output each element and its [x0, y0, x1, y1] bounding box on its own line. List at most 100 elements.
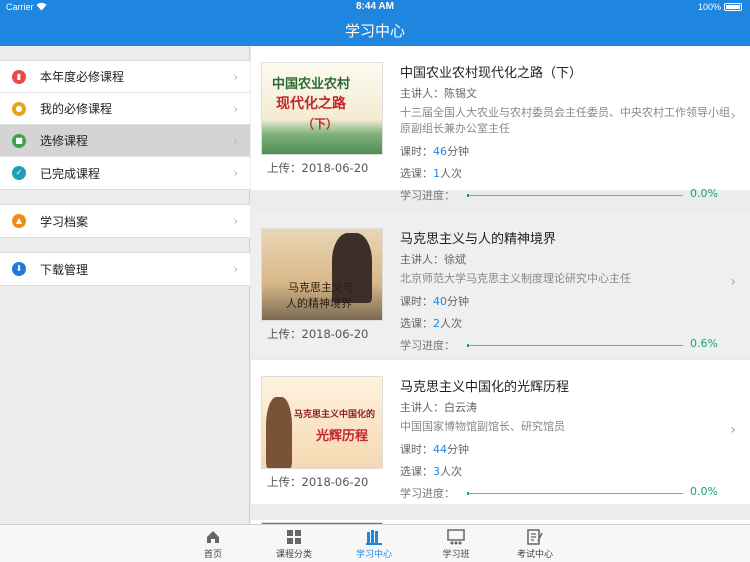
tab-home[interactable]: 首页: [183, 528, 243, 560]
enroll-unit: 人次: [440, 317, 462, 330]
sidebar-item[interactable]: ✓ 已完成课程 ›: [0, 157, 250, 189]
course-description: 中国国家博物馆副馆长、研究馆员: [400, 420, 565, 433]
thumbnail-title: （下）: [302, 117, 339, 131]
sidebar-item-label: 下载管理: [40, 262, 89, 277]
menu-icon: ▮: [12, 69, 26, 84]
enroll-prefix: 选课：: [400, 465, 433, 478]
tab-label: 考试中心: [516, 550, 553, 560]
sidebar-item[interactable]: ▲ 学习档案 ›: [0, 205, 250, 237]
hours-prefix: 课时：: [400, 443, 433, 456]
exam-icon: [505, 528, 565, 546]
upload-date: 上传：2018-06-20: [267, 161, 369, 175]
course-thumbnail: 马克思主义与 人的精神境界: [261, 228, 383, 321]
tab-grid[interactable]: 课程分类: [264, 528, 324, 560]
chevron-right-icon: ›: [730, 108, 736, 124]
enroll-value: 1: [433, 167, 440, 180]
hours-value: 46: [433, 145, 447, 158]
chevron-right-icon: ›: [730, 274, 736, 290]
sidebar-item[interactable]: ⬇ 下载管理 ›: [0, 253, 250, 285]
hours-unit: 分钟: [447, 145, 469, 158]
course-row[interactable]: 中国农业农村 现代化之路 （下） 上传：2018-06-20 中国农业农村现代化之路（下…: [251, 46, 750, 202]
top-bar: Carrier 8:44 AM 100% 学习中心: [0, 0, 750, 46]
books-icon: [344, 528, 404, 546]
upload-date: 上传：2018-06-20: [267, 327, 369, 341]
enroll-unit: 人次: [440, 167, 462, 180]
progress-bar-fill: [467, 194, 469, 197]
thumbnail-title: 中国农业农村: [272, 77, 351, 92]
course-hours: 课时：46分钟: [400, 143, 469, 159]
hours-value: 44: [433, 443, 447, 456]
page-title: 学习中心: [344, 22, 405, 40]
progress-label: 学习进度：: [400, 339, 455, 352]
battery-icon: [724, 3, 742, 11]
course-lecturer: 主讲人：徐斌: [400, 253, 466, 266]
tab-class[interactable]: 学习班: [426, 528, 486, 560]
enroll-prefix: 选课：: [400, 167, 433, 180]
progress-bar: [467, 344, 683, 347]
progress-percent: 0.6%: [690, 337, 718, 350]
sidebar-group: ▮ 本年度必修课程 › ● 我的必修课程 › ■ 选修课程 › ✓ 已完成课程 ›: [0, 60, 250, 190]
course-enrollment: 选课：3人次: [400, 463, 462, 479]
tab-label: 首页: [203, 550, 222, 560]
course-description: 北京师范大学马克思主义制度理论研究中心主任: [400, 272, 631, 285]
course-lecturer: 主讲人：陈锡文: [400, 87, 477, 100]
course-hours: 课时：40分钟: [400, 293, 469, 309]
battery-indicator: 100%: [698, 2, 742, 12]
course-enrollment: 选课：1人次: [400, 165, 462, 181]
tab-exam[interactable]: 考试中心: [505, 528, 565, 560]
chevron-right-icon: ›: [233, 262, 238, 276]
tab-bar: 首页 课程分类 学习中心 学习班 考试中心: [0, 524, 750, 562]
course-thumbnail: 马克思主义中国化的光辉历程: [261, 376, 383, 469]
hours-unit: 分钟: [447, 295, 469, 308]
course-enrollment: 选课：2人次: [400, 315, 462, 331]
tab-label: 学习班: [442, 550, 470, 560]
sidebar-item-label: 本年度必修课程: [40, 70, 125, 84]
sidebar-item[interactable]: ▮ 本年度必修课程 ›: [0, 61, 250, 93]
course-row[interactable]: 马克思主义中国化的光辉历程上传：2018-06-20 马克思主义中国化的光辉历程 主…: [251, 360, 750, 504]
course-row[interactable]: 马克思主义与 人的精神境界 上传：2018-06-20 马克思主义与人的精神境界 主讲人…: [251, 212, 750, 356]
course-list[interactable]: 中国农业农村 现代化之路 （下） 上传：2018-06-20 中国农业农村现代化之路（下…: [251, 46, 750, 524]
tab-books[interactable]: 学习中心: [344, 528, 404, 560]
hours-value: 40: [433, 295, 447, 308]
menu-icon: ■: [12, 133, 26, 148]
course-lecturer: 主讲人：白云涛: [400, 401, 477, 414]
progress-bar: [467, 492, 683, 495]
course-title: 中国农业农村现代化之路（下）: [400, 66, 583, 81]
upload-date: 上传：2018-06-20: [267, 475, 369, 489]
thumbnail-title: 光辉历程: [316, 429, 369, 444]
sidebar-item-label: 我的必修课程: [40, 102, 113, 116]
menu-icon: ✓: [12, 166, 26, 180]
progress-percent: 0.0%: [690, 485, 718, 498]
status-time: 8:44 AM: [356, 1, 394, 12]
chevron-right-icon: ›: [233, 166, 238, 180]
app-window: Carrier 8:44 AM 100% 学习中心 ▮ 本年度必修课程 › ● 我的必修…: [0, 0, 750, 562]
class-icon: [426, 528, 486, 546]
menu-icon: ⬇: [12, 262, 26, 276]
enroll-value: 3: [433, 465, 440, 478]
chevron-right-icon: ›: [233, 214, 238, 228]
menu-icon: ▲: [12, 214, 26, 228]
sidebar: ▮ 本年度必修课程 › ● 我的必修课程 › ■ 选修课程 › ✓ 已完成课程 › ▲ 学习档案 › ⬇ 下载管…: [0, 46, 250, 524]
enroll-value: 2: [433, 317, 440, 330]
thumbnail-title: 马克思主义中国化的: [294, 410, 376, 420]
progress-bar-fill: [467, 492, 469, 495]
hours-prefix: 课时：: [400, 295, 433, 308]
grid-icon: [264, 528, 324, 546]
menu-icon: ●: [12, 101, 26, 116]
course-thumbnail: 中国农业农村 现代化之路 （下）: [261, 62, 383, 155]
sidebar-item[interactable]: ● 我的必修课程 ›: [0, 93, 250, 125]
sidebar-group: ⬇ 下载管理 ›: [0, 252, 250, 286]
progress-label: 学习进度：: [400, 487, 455, 500]
thumbnail-title: 人的精神境界: [286, 297, 352, 310]
chevron-right-icon: ›: [730, 422, 736, 438]
sidebar-item[interactable]: ■ 选修课程 ›: [0, 125, 250, 157]
statue-figure: [266, 397, 292, 468]
sidebar-item-label: 学习档案: [40, 214, 89, 229]
tab-label: 学习中心: [355, 550, 392, 560]
hours-prefix: 课时：: [400, 145, 433, 158]
sidebar-item-label: 已完成课程: [40, 166, 101, 181]
chevron-right-icon: ›: [233, 70, 238, 84]
battery-percent: 100%: [697, 2, 721, 12]
progress-label: 学习进度：: [400, 189, 455, 202]
sidebar-item-label: 选修课程: [40, 134, 89, 148]
